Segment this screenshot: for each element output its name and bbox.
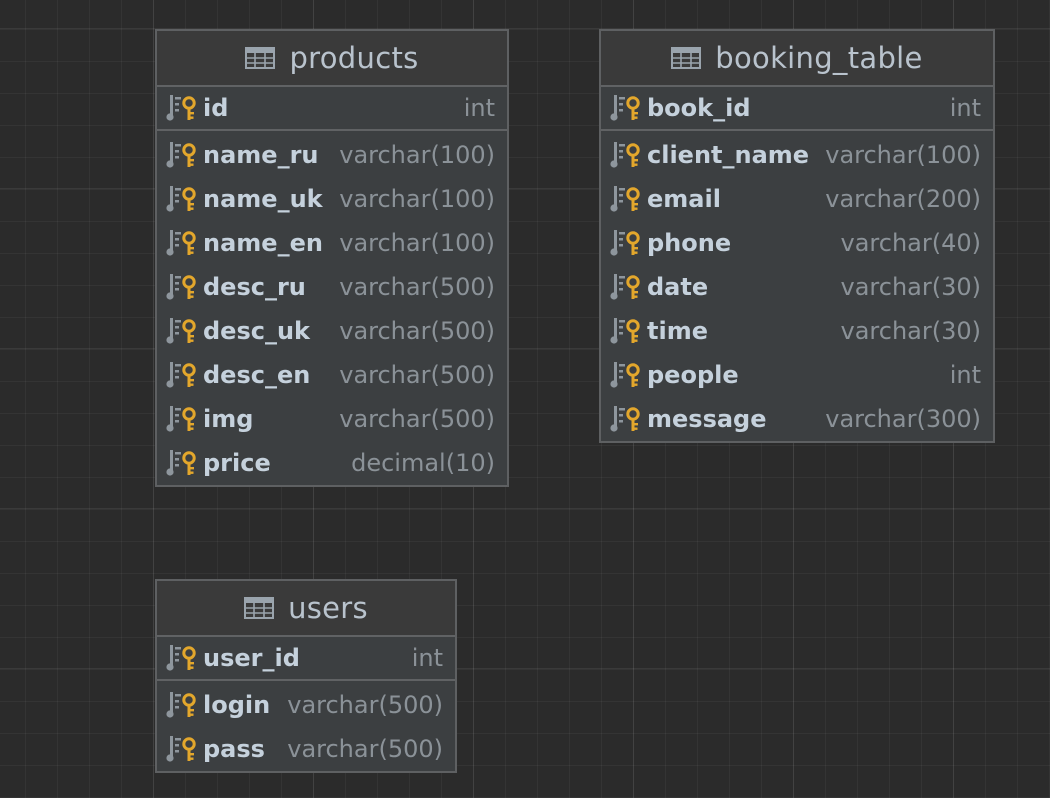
table-users[interactable]: users user_id int login varchar(500) pass varc… [155, 579, 457, 773]
column-name: name_en [203, 229, 323, 257]
column-row-price[interactable]: price decimal(10) [157, 441, 507, 485]
primary-key-column-icon [165, 92, 199, 124]
column-name: pass [203, 735, 265, 763]
column-type: varchar(500) [339, 317, 495, 345]
column-name: people [647, 361, 739, 389]
column-row-pass[interactable]: pass varchar(500) [157, 727, 455, 771]
column-key-icon [609, 359, 643, 391]
column-type: varchar(30) [840, 317, 982, 345]
table-title: booking_table [715, 41, 923, 75]
column-row-desc-en[interactable]: desc_en varchar(500) [157, 353, 507, 397]
column-type: varchar(500) [339, 405, 495, 433]
column-type: int [411, 644, 443, 672]
column-name: book_id [647, 94, 751, 122]
column-list: client_name varchar(100) email varchar(200)… [601, 131, 993, 441]
column-key-icon [609, 271, 643, 303]
primary-key-row-book-id[interactable]: book_id int [601, 87, 993, 131]
column-key-icon [609, 139, 643, 171]
column-type: varchar(500) [287, 735, 443, 763]
column-row-time[interactable]: time varchar(30) [601, 309, 993, 353]
column-type: varchar(500) [339, 273, 495, 301]
column-row-message[interactable]: message varchar(300) [601, 397, 993, 441]
column-key-icon [165, 315, 199, 347]
column-type: varchar(30) [840, 273, 982, 301]
column-row-date[interactable]: date varchar(30) [601, 265, 993, 309]
column-name: date [647, 273, 709, 301]
column-key-icon [165, 403, 199, 435]
column-name: client_name [647, 141, 810, 169]
column-key-icon [165, 227, 199, 259]
table-header[interactable]: products [157, 31, 507, 87]
column-type: varchar(100) [825, 141, 981, 169]
column-key-icon [165, 139, 199, 171]
column-name: message [647, 405, 767, 433]
column-list: name_ru varchar(100) name_uk varchar(100) na… [157, 131, 507, 485]
column-type: decimal(10) [351, 449, 495, 477]
column-key-icon [165, 271, 199, 303]
primary-key-column-icon [609, 92, 643, 124]
table-grid-icon [671, 47, 702, 69]
column-type: varchar(300) [825, 405, 981, 433]
column-key-icon [165, 447, 199, 479]
column-name: desc_ru [203, 273, 306, 301]
column-name: login [203, 691, 271, 719]
column-row-login[interactable]: login varchar(500) [157, 683, 455, 727]
column-type: varchar(500) [339, 361, 495, 389]
column-name: name_ru [203, 141, 319, 169]
column-name: img [203, 405, 254, 433]
column-name: desc_en [203, 361, 311, 389]
column-type: varchar(500) [287, 691, 443, 719]
column-key-icon [165, 689, 199, 721]
column-row-desc-ru[interactable]: desc_ru varchar(500) [157, 265, 507, 309]
column-key-icon [609, 403, 643, 435]
table-grid-icon [244, 597, 275, 619]
primary-key-row-user-id[interactable]: user_id int [157, 637, 455, 681]
table-booking-table[interactable]: booking_table book_id int client_name varcha… [599, 29, 995, 443]
column-type: int [949, 94, 981, 122]
column-name: id [203, 94, 229, 122]
column-name: phone [647, 229, 732, 257]
column-row-people[interactable]: people int [601, 353, 993, 397]
table-title: products [289, 41, 419, 75]
column-type: varchar(100) [339, 141, 495, 169]
column-name: user_id [203, 644, 300, 672]
column-type: varchar(40) [840, 229, 982, 257]
column-row-client-name[interactable]: client_name varchar(100) [601, 133, 993, 177]
table-header[interactable]: users [157, 581, 455, 637]
column-type: varchar(200) [825, 185, 981, 213]
primary-key-row-id[interactable]: id int [157, 87, 507, 131]
column-type: int [949, 361, 981, 389]
column-name: time [647, 317, 708, 345]
column-key-icon [165, 183, 199, 215]
column-row-desc-uk[interactable]: desc_uk varchar(500) [157, 309, 507, 353]
column-key-icon [609, 227, 643, 259]
column-type: varchar(100) [339, 185, 495, 213]
column-row-email[interactable]: email varchar(200) [601, 177, 993, 221]
column-list: login varchar(500) pass varchar(500) [157, 681, 455, 771]
table-grid-icon [245, 47, 276, 69]
column-row-name-ru[interactable]: name_ru varchar(100) [157, 133, 507, 177]
column-type: int [463, 94, 495, 122]
column-key-icon [609, 183, 643, 215]
column-key-icon [165, 733, 199, 765]
table-header[interactable]: booking_table [601, 31, 993, 87]
table-title: users [288, 591, 368, 625]
column-name: name_uk [203, 185, 323, 213]
table-products[interactable]: products id int name_ru varchar(100) name_uk v… [155, 29, 509, 487]
column-row-name-en[interactable]: name_en varchar(100) [157, 221, 507, 265]
column-name: email [647, 185, 721, 213]
column-name: desc_uk [203, 317, 311, 345]
column-row-name-uk[interactable]: name_uk varchar(100) [157, 177, 507, 221]
column-type: varchar(100) [339, 229, 495, 257]
column-key-icon [609, 315, 643, 347]
column-key-icon [165, 359, 199, 391]
column-name: price [203, 449, 271, 477]
column-row-img[interactable]: img varchar(500) [157, 397, 507, 441]
column-row-phone[interactable]: phone varchar(40) [601, 221, 993, 265]
primary-key-column-icon [165, 642, 199, 674]
